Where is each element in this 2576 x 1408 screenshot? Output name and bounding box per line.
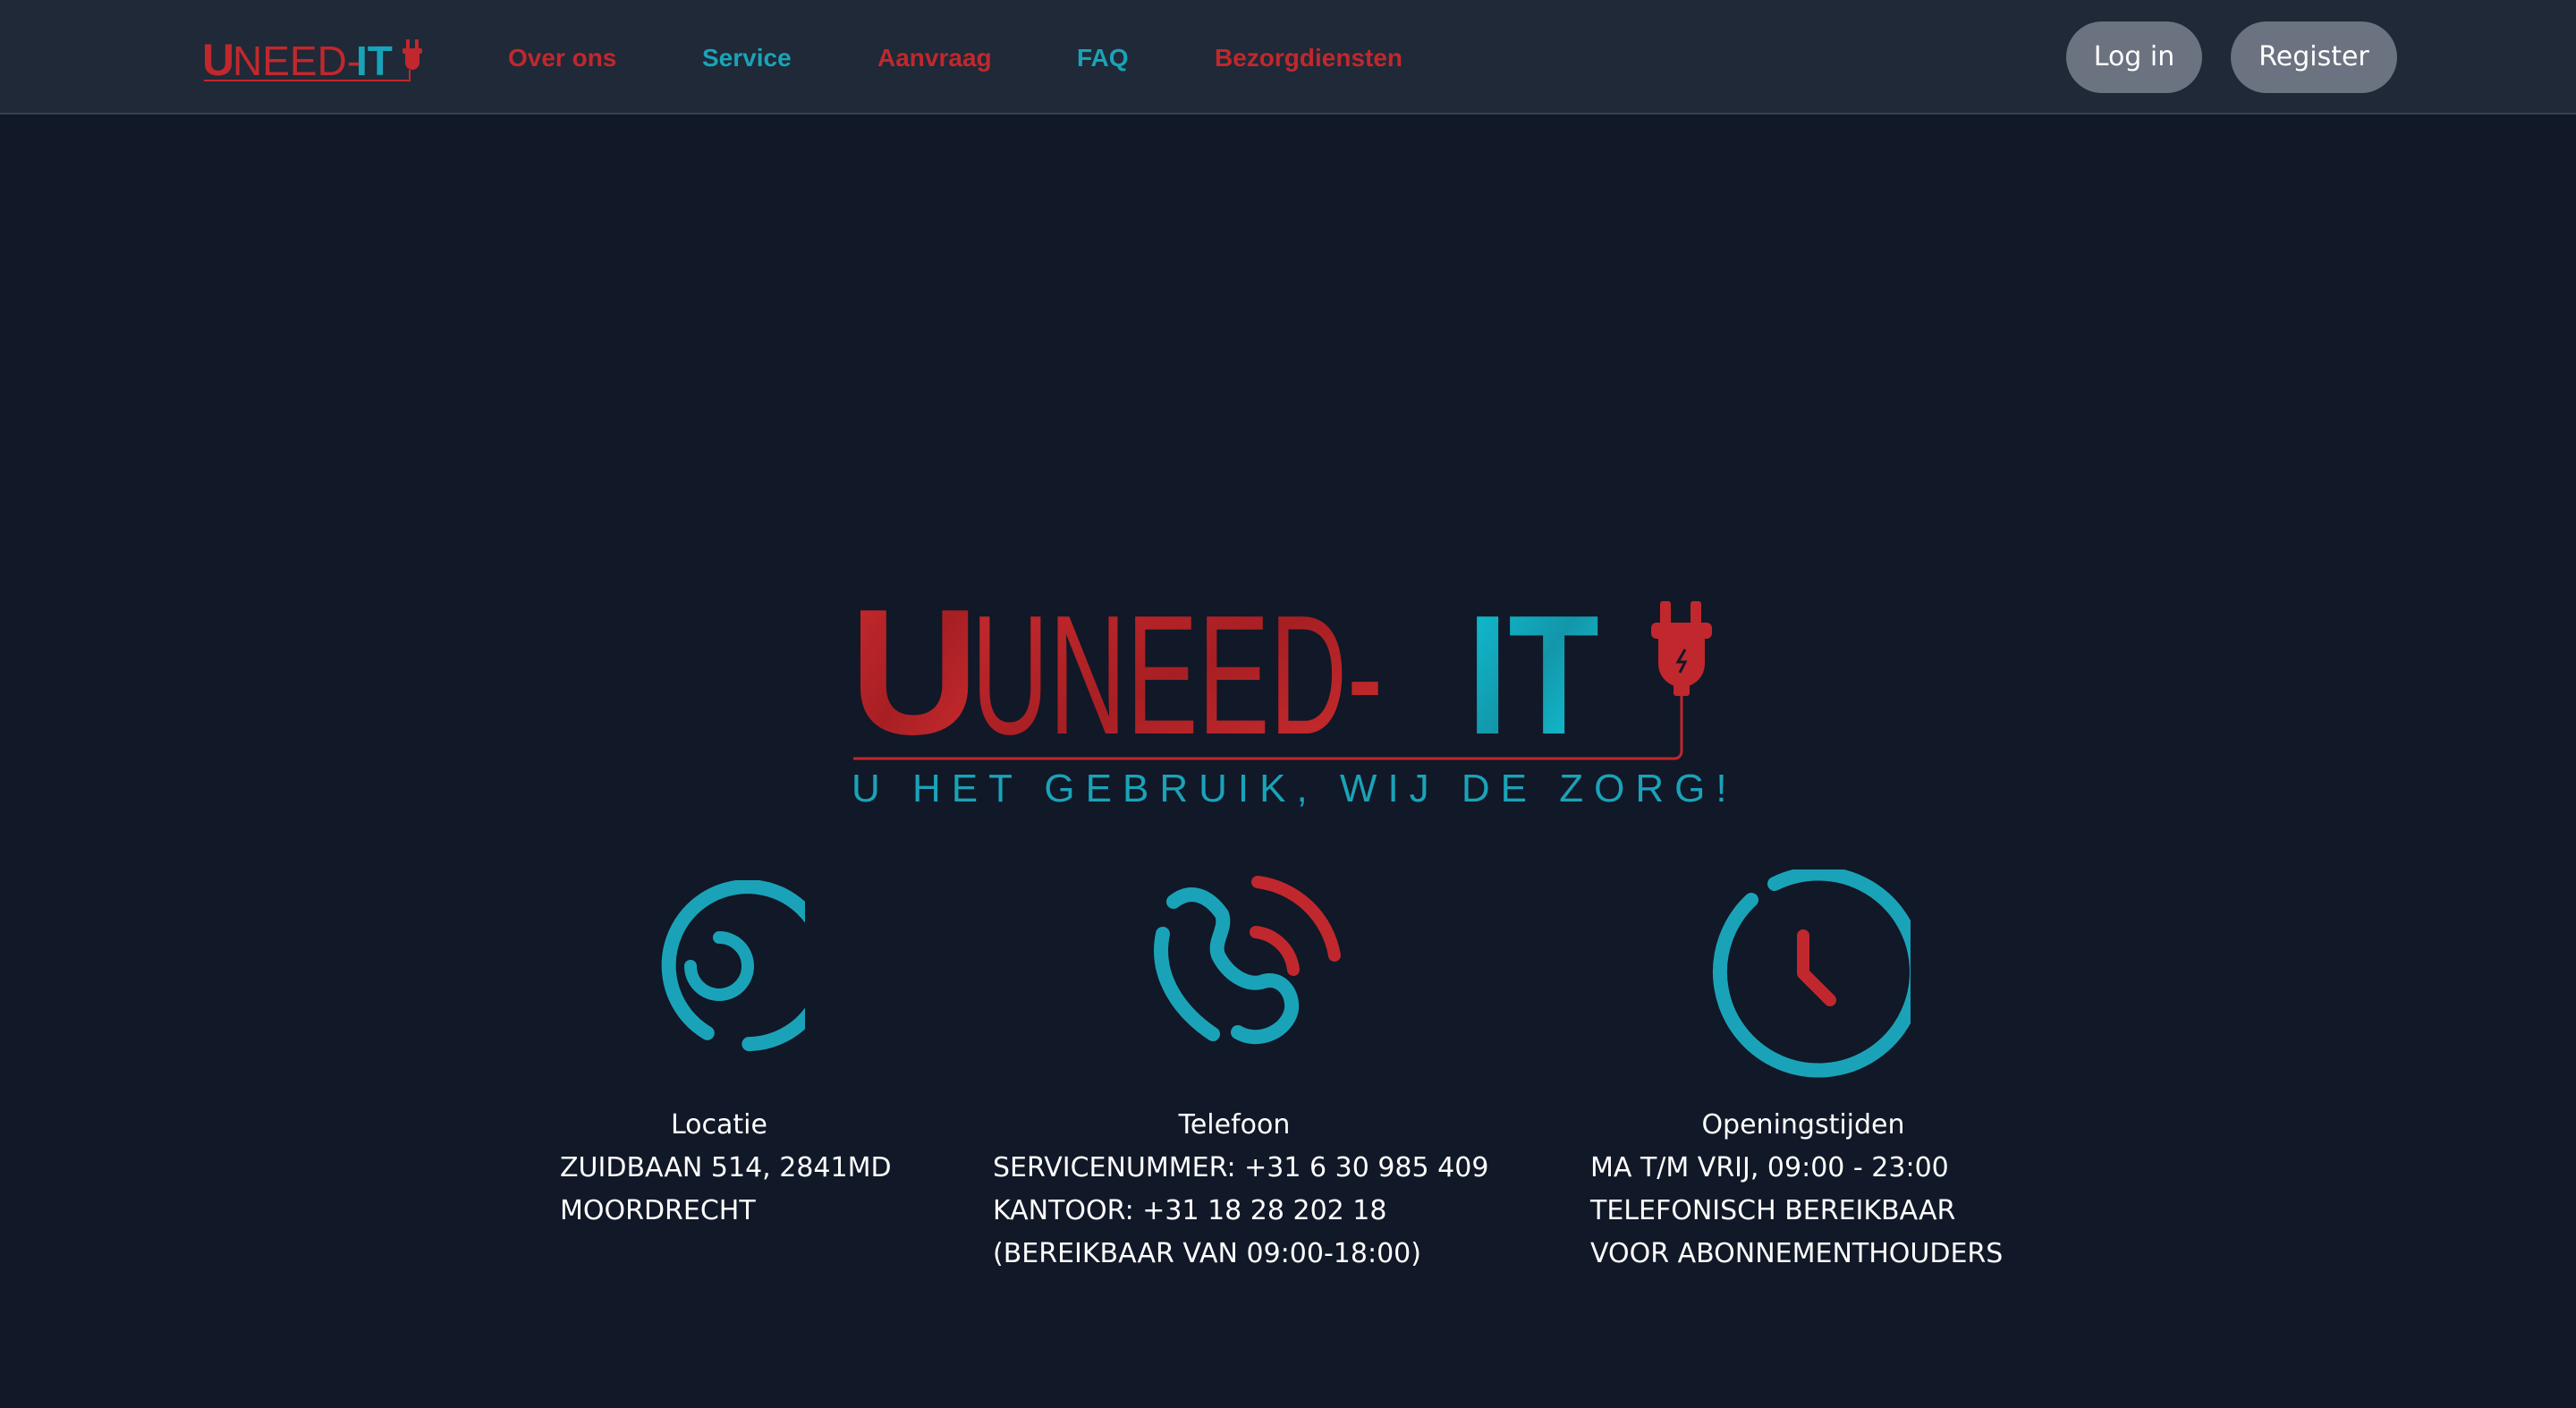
hours-line: VOOR ABONNEMENTHOUDERS [1590, 1238, 2004, 1269]
phone-line: KANTOOR: +31 18 28 202 18 [993, 1195, 1387, 1226]
nav-link-faq[interactable]: FAQ [1077, 43, 1129, 73]
phone-line: (BEREIKBAAR VAN 09:00-18:00) [993, 1238, 1421, 1269]
hero-tagline: U HET GEBRUIK, WIJ DE ZORG! [852, 767, 1735, 810]
phone-icon [1154, 876, 1341, 1045]
nav-link-aanvraag[interactable]: Aanvraag [877, 43, 992, 73]
register-button[interactable]: Register [2231, 21, 2397, 93]
nav-link-bezorgdiensten[interactable]: Bezorgdiensten [1215, 43, 1402, 73]
hours-line: MA T/M VRIJ, 09:00 - 23:00 [1590, 1152, 1949, 1183]
location-icon [661, 880, 805, 1052]
location-line: ZUIDBAAN 514, 2841MD [560, 1152, 892, 1183]
phone-title: Telefoon [1178, 1109, 1291, 1141]
hours-line: TELEFONISCH BEREIKBAAR [1590, 1195, 1956, 1226]
login-button[interactable]: Log in [2066, 21, 2202, 93]
nav-logo-need: NEED- [233, 38, 360, 84]
nav-link-service[interactable]: Service [702, 43, 792, 73]
hours-title: Openingstijden [1701, 1109, 1905, 1141]
hero-logo-need: UNEED- [971, 590, 1383, 770]
nav-logo[interactable]: U NEED- IT [202, 30, 426, 84]
navbar: U NEED- IT Over ons Service Aanvraag FAQ… [0, 0, 2576, 115]
phone-line: SERVICENUMMER: +31 6 30 985 409 [993, 1152, 1489, 1183]
nav-link-over-ons[interactable]: Over ons [508, 43, 616, 73]
hero-logo-it: IT [1467, 590, 1599, 770]
nav-logo-it: IT [356, 38, 393, 84]
location-title: Locatie [671, 1109, 767, 1141]
clock-icon [1713, 869, 1911, 1078]
location-line: MOORDRECHT [560, 1195, 756, 1226]
hero-logo-u: U [850, 590, 979, 772]
nav-logo-u: U [202, 35, 234, 84]
hero-logo: U UNEED- IT U HET GEBRUIK, WIJ DE ZORG! [850, 590, 1735, 810]
